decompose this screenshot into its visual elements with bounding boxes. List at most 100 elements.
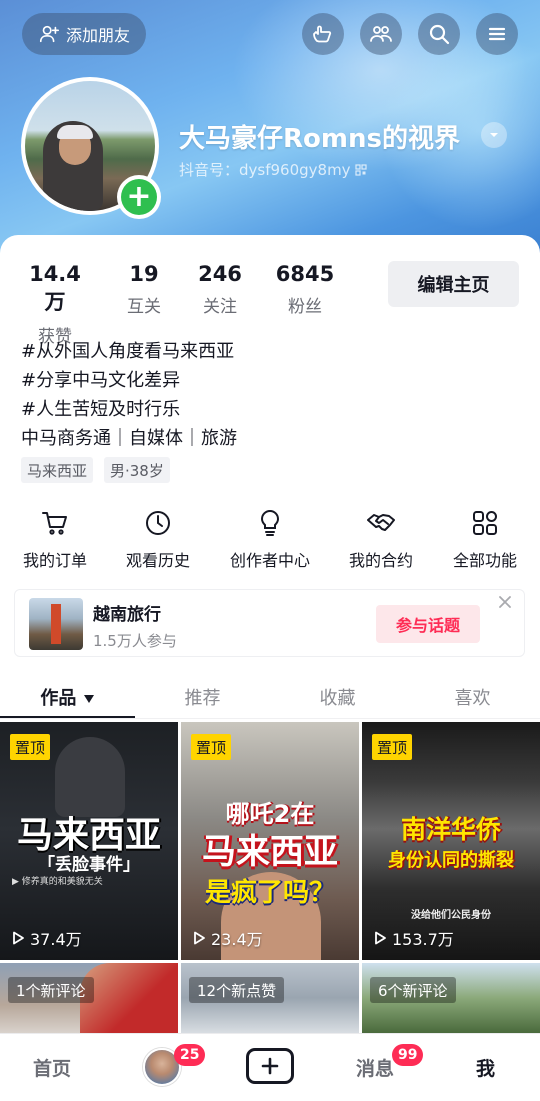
plus-icon: + xyxy=(121,179,157,215)
thumbnail-caption-text: 修养真的和美貌无关 xyxy=(21,877,103,887)
add-story-button[interactable]: + xyxy=(117,175,161,219)
function-label: 观看历史 xyxy=(125,551,190,570)
stat-following[interactable]: 246 关注 xyxy=(192,262,248,317)
topic-title: 越南旅行 xyxy=(93,605,161,625)
thumbnail-person xyxy=(80,963,178,1033)
function-label: 全部功能 xyxy=(452,551,517,570)
thumbnail-figure xyxy=(55,737,125,817)
play-icon xyxy=(13,931,24,945)
stat-number: 19 xyxy=(129,262,159,286)
video-thumbnail[interactable]: 置顶 南洋华侨 身份认同的撕裂 没给他们公民身份 153.7万 xyxy=(362,722,540,960)
tab-label: 作品 xyxy=(40,688,77,709)
topic-banner[interactable]: 越南旅行 1.5万人参与 参与话题 xyxy=(14,589,525,657)
bio-line: 中马商务通｜自媒体｜旅游 xyxy=(21,428,237,449)
orders-button[interactable]: 我的订单 xyxy=(5,508,105,571)
thumbnail-subtitle: 「丢脸事件」 xyxy=(38,855,140,875)
friends-badge: 25 xyxy=(174,1044,206,1066)
tab-recommend[interactable]: 推荐 xyxy=(135,684,270,710)
view-count-text: 37.4万 xyxy=(30,930,82,949)
add-user-icon xyxy=(39,25,59,43)
stat-number: 246 xyxy=(198,262,242,286)
stat-followers[interactable]: 6845 粉丝 xyxy=(270,262,340,317)
thumbnail-caption: ▶ 修养真的和美貌无关 xyxy=(12,877,103,887)
messages-badge: 99 xyxy=(392,1044,424,1066)
bio-line: #分享中马文化差异 xyxy=(21,370,181,391)
topic-thumbnail-tower xyxy=(51,604,61,644)
creator-center-button[interactable]: 创作者中心 xyxy=(220,508,320,571)
gender-age-tag: 男·38岁 xyxy=(104,457,170,483)
stat-mutual[interactable]: 19 互关 xyxy=(116,262,172,317)
bulb-icon xyxy=(260,510,280,536)
video-thumbnail[interactable]: 6个新评论 xyxy=(362,963,540,1033)
edit-profile-button[interactable]: 编辑主页 xyxy=(388,261,519,307)
handshake-icon xyxy=(367,514,395,531)
view-count-text: 23.4万 xyxy=(211,930,263,949)
function-label: 创作者中心 xyxy=(229,551,310,570)
pinned-badge: 置顶 xyxy=(191,734,232,760)
play-icon xyxy=(375,931,386,945)
clock-icon xyxy=(146,511,170,535)
create-button[interactable] xyxy=(246,1048,294,1084)
new-like-badge: 12个新点赞 xyxy=(189,977,285,1003)
thumbnail-caption: 没给他们公民身份 xyxy=(411,910,491,921)
chevron-down-icon[interactable] xyxy=(481,122,507,148)
thumbnail-title: 马来西亚 xyxy=(202,832,338,872)
add-friend-button[interactable]: 添加朋友 xyxy=(22,13,146,55)
nav-me[interactable]: 我 xyxy=(476,1054,495,1081)
function-label: 我的合约 xyxy=(348,551,413,570)
qrcode-icon xyxy=(354,163,367,176)
douyin-id[interactable]: 抖音号：dysf960gy8my xyxy=(179,159,367,180)
cart-icon xyxy=(42,512,67,535)
join-topic-button[interactable]: 参与话题 xyxy=(376,605,480,643)
topic-participants: 1.5万人参与 xyxy=(93,632,177,650)
search-icon[interactable] xyxy=(418,13,460,55)
friends-icon[interactable] xyxy=(360,13,402,55)
bottom-nav: 首页 25 消息 99 我 xyxy=(0,1033,540,1101)
topic-thumbnail xyxy=(29,598,83,650)
thumbnail-subtitle: 是疯了吗？ xyxy=(204,878,335,908)
tab-works[interactable]: 作品 xyxy=(0,684,135,710)
pinned-badge: 置顶 xyxy=(10,734,51,760)
close-icon[interactable] xyxy=(497,594,513,610)
stat-number: 14.4万 xyxy=(29,262,81,314)
all-features-button[interactable]: 全部功能 xyxy=(435,508,535,571)
video-thumbnail[interactable]: 12个新点赞 xyxy=(181,963,359,1033)
new-comment-badge: 6个新评论 xyxy=(370,977,456,1003)
view-count-text: 153.7万 xyxy=(392,930,454,949)
video-thumbnail[interactable]: 1个新评论 xyxy=(0,963,178,1033)
nav-messages[interactable]: 消息 xyxy=(356,1054,394,1081)
video-thumbnail[interactable]: 置顶 马来西亚 「丢脸事件」 ▶ 修养真的和美貌无关 37.4万 xyxy=(0,722,178,960)
caret-down-icon xyxy=(83,695,94,703)
new-comment-badge: 1个新评论 xyxy=(8,977,94,1003)
bio-line: #从外国人角度看马来西亚 xyxy=(21,341,235,362)
stat-label: 粉丝 xyxy=(288,297,322,317)
history-button[interactable]: 观看历史 xyxy=(108,508,208,571)
pinned-badge: 置顶 xyxy=(372,734,413,760)
plus-icon xyxy=(261,1057,279,1075)
video-thumbnail[interactable]: 置顶 哪吒2在 马来西亚 是疯了吗？ 23.4万 xyxy=(181,722,359,960)
bio-line: #人生苦短及时行乐 xyxy=(21,399,181,420)
tabs-divider xyxy=(0,718,540,719)
view-count: 153.7万 xyxy=(372,926,454,950)
add-friend-label: 添加朋友 xyxy=(65,26,130,45)
stat-likes[interactable]: 14.4万 获赞 xyxy=(20,262,90,347)
avatar-cap-shape xyxy=(57,125,93,139)
play-icon xyxy=(194,931,205,945)
view-count: 23.4万 xyxy=(191,926,263,950)
stat-number: 6845 xyxy=(275,262,335,286)
tab-likes[interactable]: 喜欢 xyxy=(405,684,540,710)
contracts-button[interactable]: 我的合约 xyxy=(331,508,431,571)
location-tag: 马来西亚 xyxy=(21,457,94,483)
stat-label: 互关 xyxy=(127,297,161,317)
nav-home[interactable]: 首页 xyxy=(33,1054,71,1081)
grid-icon xyxy=(473,511,497,535)
function-label: 我的订单 xyxy=(22,551,87,570)
menu-icon[interactable] xyxy=(476,13,518,55)
douyin-id-text: 抖音号：dysf960gy8my xyxy=(179,161,351,179)
thumbnail-title: 南洋华侨 xyxy=(400,815,501,844)
tab-favorites[interactable]: 收藏 xyxy=(270,684,405,710)
stat-label: 关注 xyxy=(203,297,237,317)
nickname: 大马豪仔Romns的视界 xyxy=(179,124,460,154)
hand-icon[interactable] xyxy=(302,13,344,55)
view-count: 37.4万 xyxy=(10,926,82,950)
